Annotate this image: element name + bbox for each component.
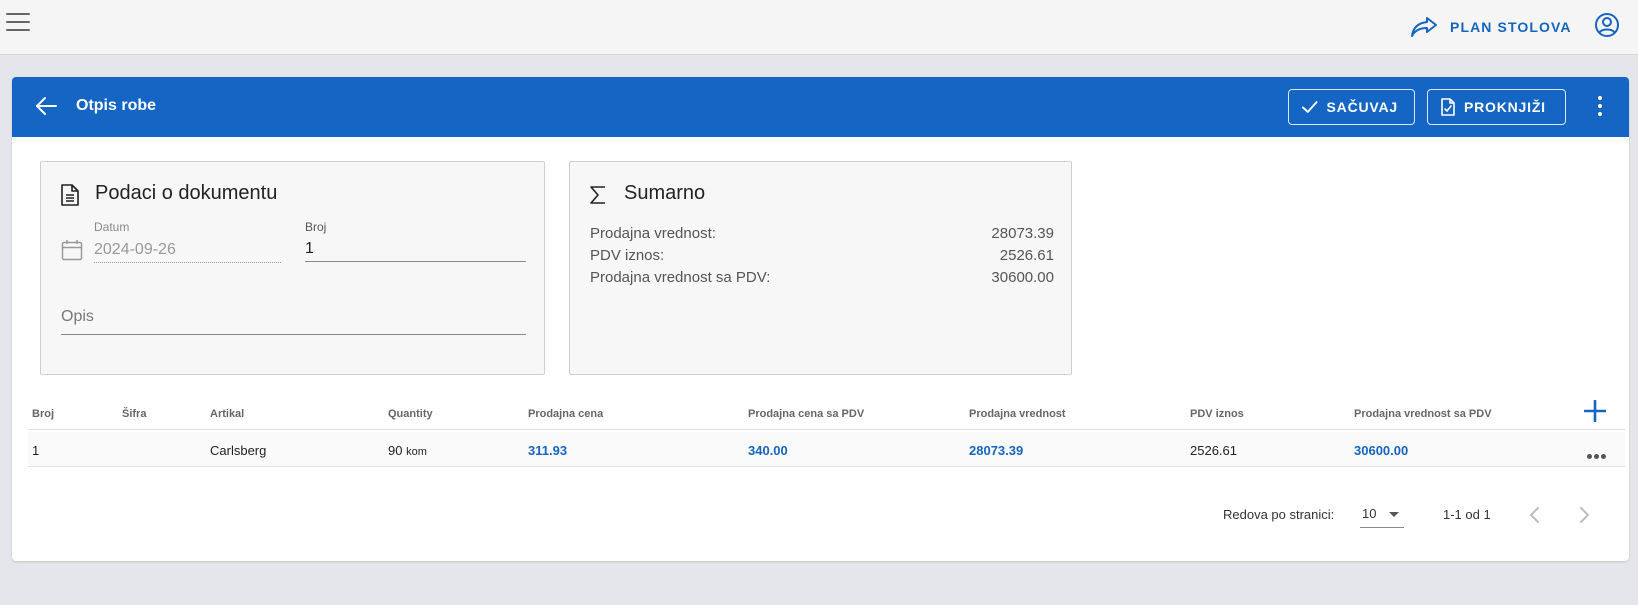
document-panel-title: Podaci o dokumentu <box>95 182 278 204</box>
quantity-unit: kom <box>406 446 427 458</box>
cell-pdv-iznos: 2526.61 <box>1190 443 1237 458</box>
number-underline <box>305 261 526 262</box>
document-check-icon <box>1441 98 1455 116</box>
table-header: Broj Šifra Artikal Quantity Prodajna cen… <box>28 390 1625 430</box>
summary-row-value: 2526.61 <box>999 247 1054 264</box>
save-button[interactable]: SAČUVAJ <box>1288 89 1415 125</box>
column-header-sifra[interactable]: Šifra <box>122 408 146 420</box>
document-info-panel: Podaci o dokumentu Datum 2024-09-26 Broj… <box>40 161 545 375</box>
cell-artikal: Carlsberg <box>210 443 267 458</box>
rows-per-page-select[interactable]: 10 <box>1360 500 1404 528</box>
plan-stolova-link[interactable]: PLAN STOLOVA <box>1410 12 1572 42</box>
summary-row-label: Prodajna vrednost: <box>590 225 716 242</box>
column-header-prodajna-cena-pdv[interactable]: Prodajna cena sa PDV <box>748 408 864 420</box>
account-circle-icon[interactable] <box>1594 12 1620 43</box>
rows-per-page-label: Redova po stranici: <box>1223 507 1335 522</box>
hamburger-icon[interactable] <box>6 13 30 33</box>
back-arrow-icon[interactable] <box>34 94 58 123</box>
document-icon <box>61 184 79 211</box>
summary-row: PDV iznos: 2526.61 <box>590 247 1054 264</box>
add-icon[interactable] <box>1583 399 1607 425</box>
description-underline <box>61 334 526 335</box>
number-input[interactable]: 1 <box>305 240 314 258</box>
column-header-pdv-iznos[interactable]: PDV iznos <box>1190 408 1244 420</box>
number-label: Broj <box>305 220 327 234</box>
page-range: 1-1 od 1 <box>1443 507 1491 522</box>
summary-panel-title: Sumarno <box>624 182 706 204</box>
column-header-quantity[interactable]: Quantity <box>388 408 433 420</box>
check-icon <box>1301 101 1318 113</box>
description-input[interactable]: Opis <box>61 308 94 326</box>
quantity-value: 90 <box>388 443 403 458</box>
sigma-icon <box>590 186 606 209</box>
dropdown-arrow-icon <box>1389 512 1399 517</box>
summary-row: Prodajna vrednost: 28073.39 <box>590 225 1054 242</box>
document-card: Otpis robe SAČUVAJ PROKNJIŽI Podaci o do… <box>12 77 1629 561</box>
card-header: Otpis robe SAČUVAJ PROKNJIŽI <box>12 77 1629 137</box>
column-header-artikal[interactable]: Artikal <box>210 408 244 420</box>
column-header-prodajna-vrednost-pdv[interactable]: Prodajna vrednost sa PDV <box>1354 408 1492 420</box>
save-label: SAČUVAJ <box>1326 99 1398 115</box>
more-horiz-icon[interactable] <box>1587 447 1608 462</box>
summary-row-value: 28073.39 <box>991 225 1054 242</box>
summary-row: Prodajna vrednost sa PDV: 30600.00 <box>590 269 1054 286</box>
cell-prodajna-vrednost[interactable]: 28073.39 <box>969 443 1023 458</box>
cell-prodajna-cena[interactable]: 311.93 <box>528 443 567 458</box>
table-row[interactable]: 1 Carlsberg 90 kom 311.93 340.00 28073.3… <box>28 432 1625 467</box>
cell-prodajna-cena-pdv[interactable]: 340.00 <box>748 443 788 458</box>
chevron-left-icon[interactable] <box>1528 505 1542 530</box>
column-header-prodajna-cena[interactable]: Prodajna cena <box>528 408 603 420</box>
share-forward-icon <box>1411 17 1437 37</box>
page-title: Otpis robe <box>76 97 157 114</box>
summary-row-label: PDV iznos: <box>590 247 665 264</box>
date-underline <box>94 262 281 263</box>
rows-per-page-value: 10 <box>1362 506 1377 521</box>
date-label: Datum <box>94 220 130 234</box>
book-label: PROKNJIŽI <box>1464 99 1546 115</box>
calendar-icon[interactable] <box>61 239 83 266</box>
plan-stolova-label: PLAN STOLOVA <box>1450 19 1572 35</box>
date-input[interactable]: 2024-09-26 <box>94 241 176 259</box>
chevron-right-icon[interactable] <box>1577 505 1591 530</box>
cell-quantity: 90 kom <box>388 443 427 458</box>
summary-row-label: Prodajna vrednost sa PDV: <box>590 269 771 286</box>
summary-panel: Sumarno Prodajna vrednost: 28073.39 PDV … <box>569 161 1072 375</box>
column-header-broj[interactable]: Broj <box>32 408 54 420</box>
column-header-prodajna-vrednost[interactable]: Prodajna vrednost <box>969 408 1066 420</box>
top-bar: PLAN STOLOVA <box>0 0 1638 55</box>
cell-broj: 1 <box>32 443 40 458</box>
book-button[interactable]: PROKNJIŽI <box>1427 89 1566 125</box>
cell-prodajna-vrednost-pdv[interactable]: 30600.00 <box>1354 443 1408 458</box>
summary-row-value: 30600.00 <box>991 269 1054 286</box>
more-vert-icon[interactable] <box>1594 96 1606 118</box>
